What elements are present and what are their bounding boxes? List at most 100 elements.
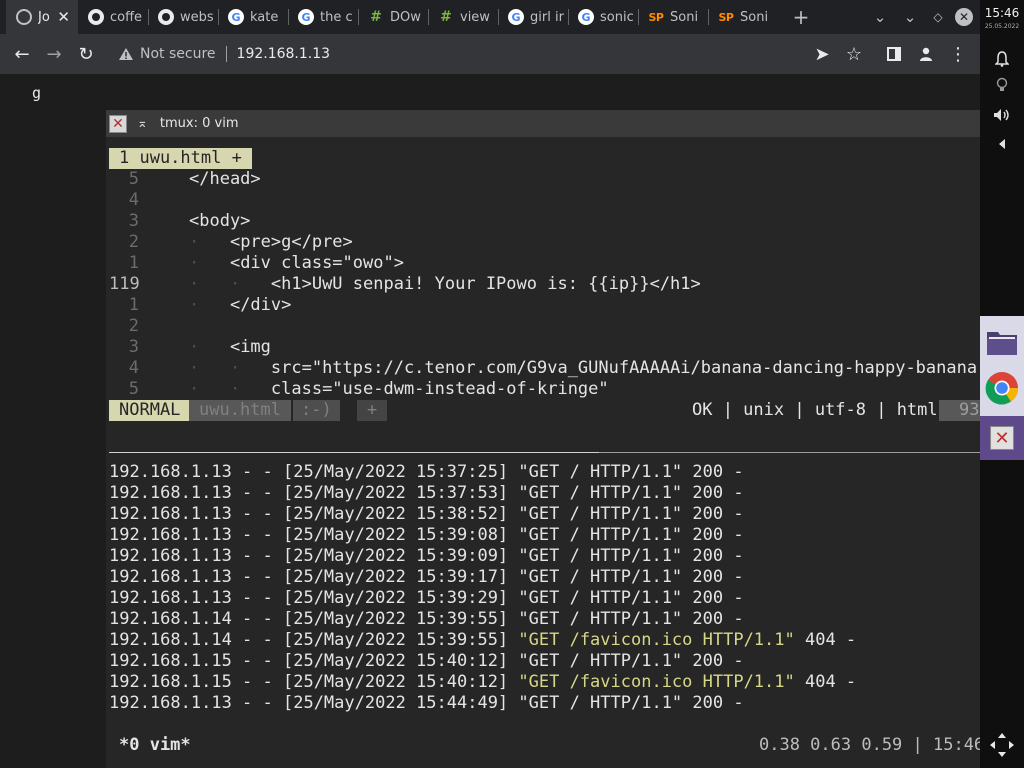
terminal-close-icon[interactable]: ✕	[990, 426, 1014, 450]
move-icon[interactable]	[980, 730, 1024, 760]
vim-mode: NORMAL	[109, 400, 191, 421]
send-icon[interactable]: ➤	[806, 34, 838, 74]
tab-8[interactable]: G sonic	[568, 0, 638, 34]
code-text[interactable]: · <div class="owo">	[189, 253, 404, 274]
log-line: 192.168.1.13 - - [25/May/2022 15:39:29] …	[109, 588, 980, 609]
date: 25.05.2022	[984, 23, 1020, 30]
tab-9[interactable]: SP Soni	[638, 0, 708, 34]
chrome-icon[interactable]	[980, 366, 1024, 410]
code-line[interactable]: 4	[109, 190, 980, 211]
menu-icon[interactable]: ⋮	[942, 34, 974, 74]
code-line[interactable]: 5 </head>	[109, 169, 980, 190]
code-line[interactable]: 1 · </div>	[109, 295, 980, 316]
terminal-window[interactable]: ✕ ⌅ tmux: 0 vim 1 uwu.html + 5 </head> 4 3 <…	[106, 110, 999, 768]
indent-guide: ·	[189, 253, 230, 273]
warning-icon[interactable]	[118, 47, 134, 61]
tab-4[interactable]: G the c	[288, 0, 358, 34]
code-text[interactable]: · · src="https://c.tenor.com/G9va_GUNufA…	[189, 358, 980, 379]
log-request: "GET / HTTP/1.1"	[518, 567, 683, 587]
dock-item-terminal[interactable]: ✕	[980, 416, 1024, 460]
close-tab-icon[interactable]: ✕	[57, 8, 70, 26]
code-line[interactable]: 119 · · <h1>UwU senpai! Your IPowo is: {{…	[109, 274, 980, 295]
code-line[interactable]: 2	[109, 316, 980, 337]
google-icon: G	[228, 9, 244, 25]
volume-icon[interactable]	[980, 104, 1024, 126]
log-request: "GET / HTTP/1.1"	[518, 483, 683, 503]
tab-title: webs	[180, 9, 214, 25]
collapse-arrow-icon[interactable]	[980, 134, 1024, 154]
star-icon[interactable]: ☆	[838, 34, 870, 74]
code-line[interactable]: 1 · <div class="owo">	[109, 253, 980, 274]
log-host-time: 192.168.1.15 - - [25/May/2022 15:40:12]	[109, 672, 519, 692]
close-window-icon[interactable]: ✕	[952, 0, 976, 34]
google-icon: G	[298, 9, 314, 25]
vim-file-info: OK | unix | utf-8 | html	[692, 400, 938, 420]
browser-toolbar: ← → ↻ Not secure 192.168.1.13 ➤ ☆ ⋮	[0, 34, 980, 74]
code-text[interactable]: · </div>	[189, 295, 291, 316]
log-line: 192.168.1.15 - - [25/May/2022 15:40:12] …	[109, 651, 980, 672]
code-text[interactable]: · · class="use-dwm-instead-of-kringe"	[189, 379, 609, 400]
tab-search-icon[interactable]: ⌄	[866, 0, 894, 34]
vim-tab[interactable]: 1 uwu.html +	[109, 148, 252, 169]
tab-0[interactable]: Jo ✕	[6, 0, 78, 34]
profile-icon[interactable]	[910, 34, 942, 74]
code-text[interactable]: · <img	[189, 337, 271, 358]
tab-2[interactable]: webs	[148, 0, 218, 34]
indent-guide: · ·	[189, 274, 271, 294]
side-panel-icon[interactable]	[878, 34, 910, 74]
tab-title: Soni	[670, 9, 699, 25]
code-line[interactable]: 2 · <pre>g</pre>	[109, 232, 980, 253]
address-bar[interactable]: Not secure 192.168.1.13	[104, 39, 804, 69]
terminal-titlebar[interactable]: ✕ ⌅ tmux: 0 vim	[106, 110, 980, 137]
log-host-time: 192.168.1.14 - - [25/May/2022 15:39:55]	[109, 609, 519, 629]
maximize-icon[interactable]: ◇	[926, 0, 950, 34]
maximize-icon[interactable]: ⌅	[137, 116, 148, 131]
forward-icon[interactable]: →	[38, 34, 70, 74]
bell-icon[interactable]	[980, 48, 1024, 70]
log-status: 200 -	[682, 483, 744, 503]
server-log-pane[interactable]: 192.168.1.13 - - [25/May/2022 15:37:25] …	[109, 462, 980, 714]
new-tab-button[interactable]: +	[786, 0, 816, 34]
code-text[interactable]: <body>	[189, 211, 250, 232]
indent-guide: ·	[189, 337, 230, 357]
tab-5[interactable]: # DOw	[358, 0, 428, 34]
code-line[interactable]: 5 · · class="use-dwm-instead-of-kringe"	[109, 379, 980, 400]
log-line: 192.168.1.15 - - [25/May/2022 15:40:12] …	[109, 672, 980, 693]
log-status: 200 -	[682, 609, 744, 629]
log-host-time: 192.168.1.13 - - [25/May/2022 15:39:17]	[109, 567, 519, 587]
security-label[interactable]: Not secure	[140, 46, 216, 62]
code-content: </head>	[189, 169, 261, 189]
vim-buffer[interactable]: 5 </head> 4 3 <body> 2 · <pre>g</pre> 1 · <div c…	[109, 169, 980, 400]
close-icon[interactable]: ✕	[109, 114, 127, 133]
log-status: 200 -	[682, 546, 744, 566]
tab-10[interactable]: SP Soni	[708, 0, 778, 34]
tab-title: view	[460, 9, 490, 25]
tmux-window-name[interactable]: *0 vim*	[119, 735, 191, 756]
log-line: 192.168.1.13 - - [25/May/2022 15:39:09] …	[109, 546, 980, 567]
lightbulb-icon[interactable]	[980, 74, 1024, 96]
indent-guide: ·	[189, 295, 230, 315]
back-icon[interactable]: ←	[6, 34, 38, 74]
code-content: class="use-dwm-instead-of-kringe"	[270, 379, 609, 399]
code-line[interactable]: 4 · · src="https://c.tenor.com/G9va_GUNuf…	[109, 358, 980, 379]
tab-title: DOw	[390, 9, 421, 25]
code-text[interactable]: · <pre>g</pre>	[189, 232, 353, 253]
code-text[interactable]: </head>	[189, 169, 261, 190]
minimize-icon[interactable]: ⌄	[896, 0, 924, 34]
url-text[interactable]: 192.168.1.13	[237, 46, 331, 62]
clock[interactable]: 15:46	[980, 6, 1024, 20]
google-icon: G	[508, 9, 524, 25]
tab-3[interactable]: G kate	[218, 0, 288, 34]
tab-6[interactable]: # view	[428, 0, 498, 34]
code-line[interactable]: 3 <body>	[109, 211, 980, 232]
code-text[interactable]: · · <h1>UwU senpai! Your IPowo is: {{ip}…	[189, 274, 701, 295]
tab-7[interactable]: G girl ir	[498, 0, 568, 34]
tab-1[interactable]: coffe	[78, 0, 148, 34]
reload-icon[interactable]: ↻	[70, 34, 102, 74]
code-line[interactable]: 3 · <img	[109, 337, 980, 358]
folder-icon[interactable]	[980, 320, 1024, 364]
log-host-time: 192.168.1.13 - - [25/May/2022 15:39:09]	[109, 546, 519, 566]
log-host-time: 192.168.1.15 - - [25/May/2022 15:40:12]	[109, 651, 519, 671]
code-content: <body>	[189, 211, 251, 231]
code-content: <h1>UwU senpai! Your IPowo is: {{ip}}</h…	[270, 274, 701, 294]
